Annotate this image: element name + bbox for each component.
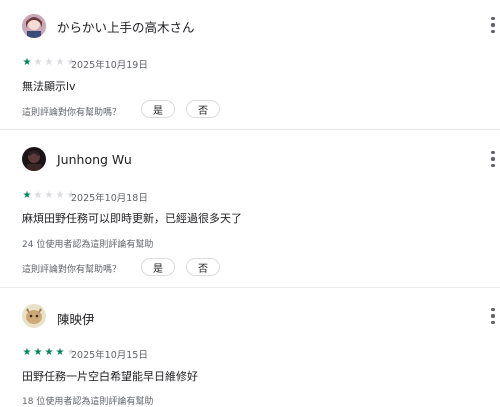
review-date: 2025年10月18日 [71, 193, 148, 204]
star-rating: ★ ★ ★ ★ ★ [22, 348, 76, 358]
reviewer-name: Junhong Wu [57, 152, 132, 167]
avatar[interactable] [22, 14, 46, 38]
reviewer-name: 陳映伊 [57, 312, 95, 327]
star-icon: ★ [55, 190, 65, 201]
star-rating: ★ ★ ★ ★ ★ [22, 58, 76, 68]
review-text: 無法顯示lv [22, 80, 76, 93]
star-icon: ★ [55, 347, 65, 358]
divider [0, 129, 500, 130]
more-options-icon[interactable] [486, 305, 500, 327]
more-options-icon[interactable] [486, 14, 500, 36]
reviewer-name: からかい上手の高木さん [57, 20, 195, 35]
star-rating: ★ ★ ★ ★ ★ [22, 191, 76, 201]
star-icon: ★ [22, 347, 32, 358]
star-icon: ★ [44, 347, 54, 358]
helpful-yes-button[interactable]: 是 [141, 100, 175, 118]
helpful-yes-button[interactable]: 是 [141, 258, 175, 276]
helpful-count: 18 位使用者認為這則評論有幫助 [22, 397, 154, 407]
more-options-icon[interactable] [486, 148, 500, 170]
star-icon: ★ [55, 57, 65, 68]
helpful-question: 這則評論對你有幫助嗎？ [22, 108, 122, 118]
avatar[interactable] [22, 304, 46, 328]
star-icon: ★ [44, 57, 54, 68]
review-date: 2025年10月19日 [71, 60, 148, 71]
helpful-count: 24 位使用者認為這則評論有幫助 [22, 240, 154, 250]
star-icon: ★ [44, 190, 54, 201]
star-icon: ★ [22, 190, 32, 201]
divider [0, 287, 500, 288]
review-text: 田野任務一片空白希望能早日維修好 [22, 370, 198, 383]
star-icon: ★ [33, 347, 43, 358]
helpful-question: 這則評論對你有幫助嗎？ [22, 265, 122, 275]
star-icon: ★ [22, 57, 32, 68]
helpful-no-button[interactable]: 否 [186, 258, 220, 276]
helpful-no-button[interactable]: 否 [186, 100, 220, 118]
star-icon: ★ [33, 190, 43, 201]
star-icon: ★ [33, 57, 43, 68]
review-text: 麻煩田野任務可以即時更新，已經過很多天了 [22, 212, 242, 225]
review-date: 2025年10月15日 [71, 350, 148, 361]
avatar[interactable] [22, 147, 46, 171]
